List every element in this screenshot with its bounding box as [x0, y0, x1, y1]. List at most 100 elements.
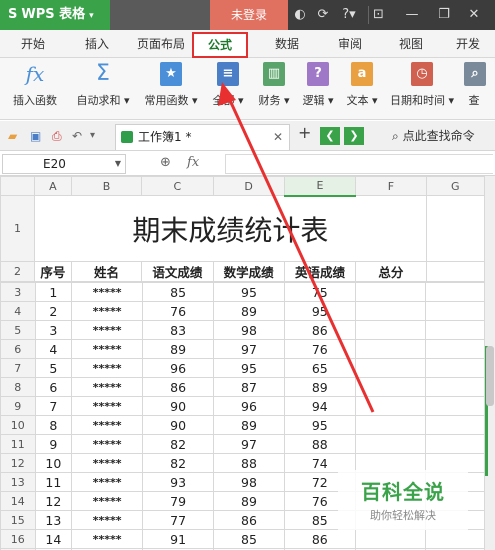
- cell[interactable]: 95: [283, 415, 356, 435]
- cell[interactable]: 95: [213, 358, 285, 378]
- name-box[interactable]: E20 ▼: [2, 154, 126, 174]
- cell[interactable]: 85: [213, 529, 285, 549]
- cell[interactable]: *****: [71, 453, 144, 473]
- cell[interactable]: 86: [283, 320, 356, 340]
- cell[interactable]: *****: [71, 396, 144, 416]
- scrollbar-thumb[interactable]: [486, 346, 494, 406]
- cell[interactable]: *****: [71, 320, 144, 340]
- autosum-button[interactable]: Σ 自动求和 ▾: [72, 62, 134, 108]
- tab-start[interactable]: 开始: [8, 30, 58, 58]
- row-header[interactable]: 15: [0, 510, 36, 530]
- cell[interactable]: [425, 358, 485, 378]
- cell[interactable]: [354, 377, 427, 397]
- cell[interactable]: [425, 195, 485, 262]
- column-header[interactable]: F: [355, 176, 427, 196]
- cell[interactable]: 4: [34, 339, 73, 359]
- cell[interactable]: [354, 339, 427, 359]
- cell[interactable]: 98: [213, 472, 285, 492]
- row-header[interactable]: 14: [0, 491, 36, 511]
- cell[interactable]: *****: [71, 377, 144, 397]
- cell[interactable]: [354, 396, 427, 416]
- header-cell[interactable]: 总分: [355, 261, 427, 282]
- minimize-icon[interactable]: ⊡: [368, 6, 388, 24]
- print-icon[interactable]: ⎙: [52, 128, 62, 144]
- skin-icon[interactable]: ◐: [292, 6, 308, 24]
- cell[interactable]: *****: [71, 358, 144, 378]
- cell[interactable]: 86: [283, 529, 356, 549]
- cell[interactable]: 8: [34, 415, 73, 435]
- help-icon[interactable]: ?▾: [338, 6, 360, 24]
- cell[interactable]: 88: [213, 453, 285, 473]
- cell[interactable]: *****: [71, 434, 144, 454]
- cell[interactable]: [425, 282, 485, 302]
- cell[interactable]: 85: [142, 282, 215, 302]
- cell[interactable]: 82: [142, 434, 215, 454]
- cell[interactable]: 94: [283, 396, 356, 416]
- cell[interactable]: 3: [34, 320, 73, 340]
- cell[interactable]: 97: [213, 434, 285, 454]
- cell[interactable]: 89: [142, 339, 215, 359]
- login-button[interactable]: 未登录: [210, 0, 288, 30]
- cell[interactable]: 65: [283, 358, 356, 378]
- column-header[interactable]: A: [34, 176, 72, 196]
- cell[interactable]: 89: [213, 415, 285, 435]
- header-cell[interactable]: 语文成绩: [141, 261, 214, 282]
- row-header[interactable]: 4: [0, 301, 36, 321]
- common-functions-button[interactable]: ★ 常用函数 ▾: [140, 62, 202, 108]
- minimize-window-icon[interactable]: —: [404, 6, 420, 24]
- cell[interactable]: [425, 301, 485, 321]
- tab-data[interactable]: 数据: [262, 30, 312, 58]
- cell[interactable]: 89: [283, 377, 356, 397]
- row-header[interactable]: 5: [0, 320, 36, 340]
- cell[interactable]: 87: [213, 377, 285, 397]
- cell[interactable]: 76: [283, 339, 356, 359]
- cell[interactable]: [354, 282, 427, 302]
- cell[interactable]: 5: [34, 358, 73, 378]
- header-cell[interactable]: 序号: [34, 261, 72, 282]
- cell[interactable]: *****: [71, 472, 144, 492]
- cell[interactable]: 90: [142, 396, 215, 416]
- cell[interactable]: [354, 301, 427, 321]
- cell[interactable]: 89: [213, 491, 285, 511]
- row-header[interactable]: 7: [0, 358, 36, 378]
- sync-icon[interactable]: ⟳: [314, 6, 332, 24]
- cell[interactable]: [354, 529, 427, 549]
- close-tab-icon[interactable]: ✕: [273, 125, 283, 149]
- undo-icon[interactable]: ↶: [72, 128, 82, 144]
- column-header[interactable]: D: [212, 176, 285, 196]
- cell[interactable]: 83: [142, 320, 215, 340]
- add-tab-button[interactable]: +: [298, 125, 311, 141]
- row-header[interactable]: 8: [0, 377, 36, 397]
- cell[interactable]: 14: [34, 529, 73, 549]
- cell[interactable]: 79: [142, 491, 215, 511]
- date-time-button[interactable]: ◷ 日期和时间 ▾: [386, 62, 458, 108]
- tab-page-layout[interactable]: 页面布局: [130, 30, 192, 58]
- tab-review[interactable]: 审阅: [325, 30, 375, 58]
- cell[interactable]: [425, 396, 485, 416]
- lookup-button[interactable]: ⌕ 查: [464, 62, 486, 108]
- cell[interactable]: 75: [283, 282, 356, 302]
- cell[interactable]: 97: [213, 339, 285, 359]
- cell[interactable]: [425, 377, 485, 397]
- tab-view[interactable]: 视图: [386, 30, 436, 58]
- cell[interactable]: 96: [213, 396, 285, 416]
- cell[interactable]: [425, 320, 485, 340]
- row-header[interactable]: 16: [0, 529, 36, 549]
- cell[interactable]: 7: [34, 396, 73, 416]
- cell[interactable]: *****: [71, 282, 144, 302]
- cell[interactable]: [425, 339, 485, 359]
- cell[interactable]: 10: [34, 453, 73, 473]
- cell[interactable]: 82: [142, 453, 215, 473]
- cell[interactable]: 91: [142, 529, 215, 549]
- cell[interactable]: 88: [283, 434, 356, 454]
- row-header[interactable]: 11: [0, 434, 36, 454]
- cell[interactable]: 95: [283, 301, 356, 321]
- header-cell[interactable]: 姓名: [70, 261, 143, 282]
- open-folder-icon[interactable]: ▰: [8, 128, 17, 144]
- cell[interactable]: 9: [34, 434, 73, 454]
- cell[interactable]: 96: [142, 358, 215, 378]
- cell[interactable]: *****: [71, 339, 144, 359]
- cell[interactable]: *****: [71, 415, 144, 435]
- all-functions-button[interactable]: ≡ 全部 ▾: [208, 62, 248, 108]
- row-header[interactable]: 3: [0, 282, 36, 302]
